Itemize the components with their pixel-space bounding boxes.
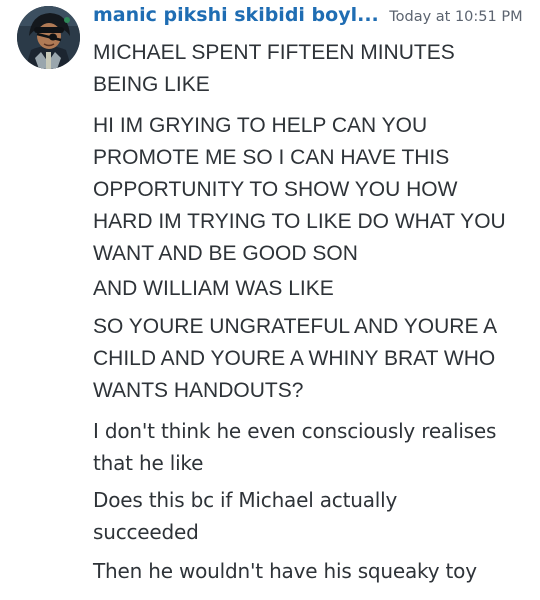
message-header: manic pikshi skibidi boyl... Today at 10… bbox=[93, 4, 532, 34]
message-line: AND WILLIAM WAS LIKE bbox=[93, 277, 334, 300]
message-group: manic pikshi skibidi boyl... Today at 10… bbox=[0, 0, 540, 600]
avatar-icon bbox=[17, 6, 80, 69]
message-line: Does this bc if Michael actually succeed… bbox=[93, 488, 398, 544]
avatar[interactable] bbox=[17, 6, 80, 69]
author-name[interactable]: manic pikshi skibidi boyl... bbox=[93, 4, 379, 26]
message-timestamp: Today at 10:51 PM bbox=[389, 9, 523, 25]
message-line: HI IM GRYING TO HELP CAN YOU PROMOTE ME … bbox=[93, 114, 506, 265]
message-line: I don't think he even consciously realis… bbox=[93, 419, 497, 475]
message-line: Then he wouldn't have his squeaky toy bbox=[93, 559, 477, 583]
message-line: MICHAEL SPENT FIFTEEN MINUTES BEING LIKE bbox=[93, 41, 455, 96]
message-line: SO YOURE UNGRATEFUL AND YOURE A CHILD AN… bbox=[93, 315, 498, 402]
